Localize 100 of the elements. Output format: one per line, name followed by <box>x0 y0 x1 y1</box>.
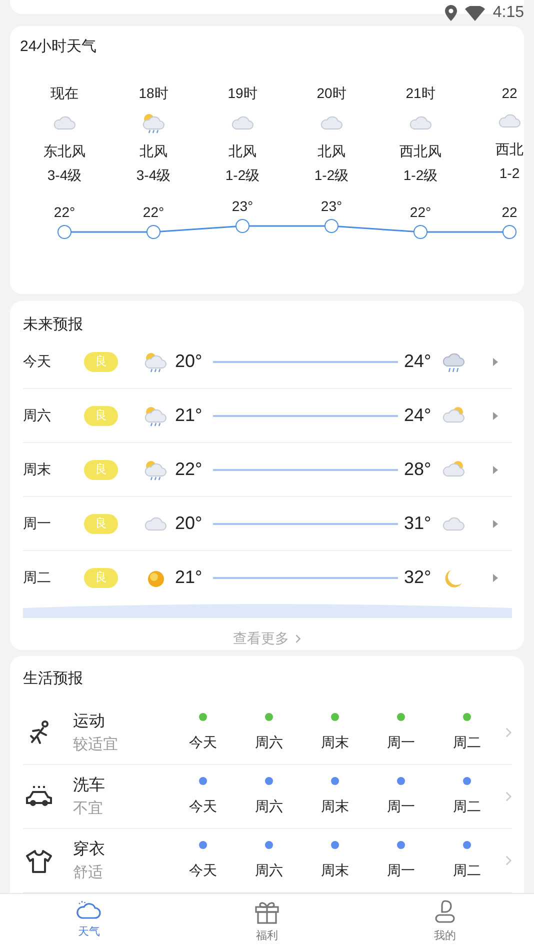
nav-tab[interactable]: 福利 <box>178 894 356 949</box>
low-temperature: 21° <box>175 567 204 588</box>
day-label: 周一 <box>387 798 415 816</box>
day-label: 周二 <box>23 568 52 587</box>
gift-icon <box>254 899 280 925</box>
day-label: 周二 <box>453 862 481 880</box>
wind-level: 1-2 <box>499 164 520 181</box>
day-label: 周二 <box>453 798 481 816</box>
status-time: 4:15 <box>492 4 524 22</box>
sun-cloud-rain-icon <box>143 458 169 481</box>
hour-label: 20时 <box>316 84 346 103</box>
caret-icon <box>493 412 498 420</box>
high-temperature: 28° <box>404 459 432 480</box>
day-label: 周末 <box>321 798 349 816</box>
high-temperature: 24° <box>404 405 432 426</box>
chevron-icon <box>505 726 512 738</box>
day-label: 周末 <box>321 862 349 880</box>
chevron-icon <box>295 634 301 644</box>
wind-direction: 北风 <box>228 142 256 161</box>
forecast-row[interactable]: 周二 良 21° 32° <box>23 551 512 604</box>
air-quality-badge: 良 <box>84 352 118 372</box>
index-name: 穿衣 <box>73 840 106 860</box>
sun-cloud-rain-icon <box>143 404 169 427</box>
caret-icon <box>493 574 498 582</box>
sun-cloud-rain-icon <box>140 112 166 134</box>
day-label: 今天 <box>189 798 217 816</box>
wind-level: 3-4级 <box>136 166 171 185</box>
section-title: 未来预报 <box>22 315 84 336</box>
high-temperature: 32° <box>404 567 432 588</box>
day-label: 周一 <box>387 862 415 880</box>
air-quality-badge: 良 <box>84 568 118 588</box>
hour-label: 21时 <box>406 84 436 103</box>
temperature-label: 22° <box>410 204 432 220</box>
temperature-label: 22° <box>142 204 164 220</box>
day-label: 周六 <box>23 406 52 425</box>
day-label: 周六 <box>255 798 283 816</box>
day-label: 周二 <box>453 734 481 752</box>
temperature-point <box>146 224 160 239</box>
temperature-point <box>236 218 250 233</box>
life-index-row[interactable]: 运动 较适宜 今天 周六 周末 周一 周二 <box>23 701 512 765</box>
forecast-row[interactable]: 周一 良 20° 31° <box>23 497 512 552</box>
person-icon <box>434 899 456 925</box>
wind-level: 1-2级 <box>225 166 260 185</box>
cloud-icon <box>76 899 102 921</box>
index-name: 运动 <box>73 712 106 732</box>
high-temperature: 31° <box>404 513 432 534</box>
sun-cloud-rain-icon <box>143 350 169 373</box>
chevron-icon <box>505 790 512 802</box>
day-label: 周一 <box>23 514 52 533</box>
index-advice: 不宜 <box>73 799 104 818</box>
wind-direction: 北风 <box>140 142 168 161</box>
wind-level: 3-4级 <box>47 166 82 185</box>
wind-direction: 东北风 <box>44 142 86 161</box>
wind-direction: 北风 <box>318 142 346 161</box>
day-label: 周六 <box>255 862 283 880</box>
day-label: 今天 <box>189 734 217 752</box>
caret-icon <box>493 466 498 474</box>
low-temperature: 20° <box>175 513 204 534</box>
temperature-label: 22 <box>502 204 518 220</box>
day-label: 周一 <box>387 734 415 752</box>
caret-icon <box>493 358 498 366</box>
temperature-point <box>414 224 428 239</box>
chevron-icon <box>505 854 512 866</box>
air-quality-badge: 良 <box>84 460 118 480</box>
air-quality-badge: 良 <box>84 406 118 426</box>
nav-tab[interactable]: 我的 <box>356 894 534 949</box>
low-temperature: 21° <box>175 405 204 426</box>
caret-icon <box>493 520 498 528</box>
temperature-label: 22° <box>54 204 76 220</box>
hour-label: 现在 <box>50 84 78 103</box>
low-temperature: 22° <box>175 459 204 480</box>
hour-label: 19时 <box>228 84 258 103</box>
temperature-label: 23° <box>320 198 342 214</box>
location-icon <box>444 5 457 21</box>
forecast-row[interactable]: 周末 良 22° 28° <box>23 443 512 498</box>
rain-cloud-icon <box>441 350 467 373</box>
wind-level: 1-2级 <box>314 166 349 185</box>
temperature-point <box>502 224 516 239</box>
low-temperature: 20° <box>175 351 204 372</box>
hour-label: 18时 <box>138 84 168 103</box>
temperature-point <box>58 224 72 239</box>
day-label: 周末 <box>23 460 52 479</box>
section-title: 24小时天气 <box>19 36 98 57</box>
index-name: 洗车 <box>73 776 106 796</box>
wifi-icon <box>464 6 485 20</box>
day-label: 周末 <box>321 734 349 752</box>
hour-label: 22 <box>502 84 518 101</box>
day-label: 今天 <box>189 862 217 880</box>
wind-direction: 西北风 <box>400 142 442 161</box>
high-temperature: 24° <box>404 351 432 372</box>
section-title: 生活预报 <box>22 669 84 689</box>
day-label: 今天 <box>23 352 52 371</box>
wind-direction: 西北 <box>496 140 524 159</box>
nav-tab[interactable]: 天气 <box>0 894 178 949</box>
wind-level: 1-2级 <box>403 166 438 185</box>
forecast-row[interactable]: 周六 良 21° 24° <box>23 389 512 444</box>
index-advice: 较适宜 <box>73 735 119 754</box>
index-advice: 舒适 <box>73 863 104 882</box>
forecast-row[interactable]: 今天 良 20° 24° <box>23 335 512 390</box>
life-index-row[interactable]: 洗车 不宜 今天 周六 周末 周一 周二 <box>23 765 512 829</box>
